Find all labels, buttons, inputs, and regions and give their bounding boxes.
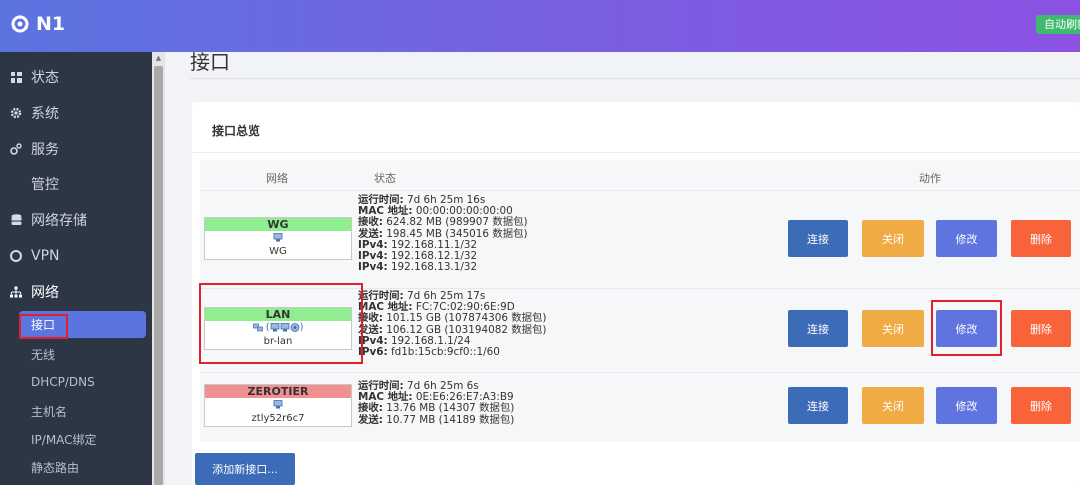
sidebar-subitem-hostnames[interactable]: 主机名 xyxy=(0,397,152,425)
column-header-network: 网络 xyxy=(266,172,288,185)
sidebar-item-nas[interactable]: 网络存储 xyxy=(0,203,152,237)
ethernet-port-icon xyxy=(273,232,283,241)
bracket-close: ) xyxy=(299,322,304,333)
interface-name: LAN xyxy=(205,308,351,321)
ethernet-port-icon xyxy=(273,399,283,408)
status-line: IPv4: 192.168.13.1/32 xyxy=(358,261,478,274)
sidebar-subitem-dhcp-dns[interactable]: DHCP/DNS xyxy=(0,368,152,396)
row-divider xyxy=(200,372,1080,373)
top-header: N1 自动刷新 xyxy=(0,0,1080,52)
page-title: 接口 xyxy=(190,50,230,74)
sidebar-item-label: 管控 xyxy=(31,177,59,193)
column-header-actions: 动作 xyxy=(919,172,941,185)
interface-device-icons xyxy=(205,398,351,412)
row-divider xyxy=(200,288,1080,289)
interface-name: ZEROTIER xyxy=(205,385,351,398)
sidebar-item-label: 网络 xyxy=(31,285,59,301)
sidebar-item-status[interactable]: 状态 xyxy=(0,60,152,94)
interface-status-zerotier: 运行时间: 7d 6h 25m 6s MAC 地址: 0E:E6:26:E7:A… xyxy=(358,380,515,426)
sidebar-subitem-ip-mac-binding[interactable]: IP/MAC绑定 xyxy=(0,425,152,453)
interface-badge-zerotier: ZEROTIER ztly52r6c7 xyxy=(204,384,352,427)
ethernet-port-icon xyxy=(270,322,279,331)
status-line: IPv6: fd1b:15cb:9cf0::1/60 xyxy=(358,346,500,359)
interface-name: WG xyxy=(205,218,351,231)
database-icon xyxy=(9,213,23,227)
sidebar-item-label: 状态 xyxy=(31,70,59,86)
interface-device-icons: () xyxy=(205,321,351,335)
interface-device-name: ztly52r6c7 xyxy=(251,413,305,424)
add-interface-button[interactable]: 添加新接口... xyxy=(195,453,295,485)
gear-icon xyxy=(9,106,23,120)
delete-button-lan[interactable]: 删除 xyxy=(1011,310,1071,347)
connect-button-wg[interactable]: 连接 xyxy=(788,220,848,257)
interface-device-name: br-lan xyxy=(263,336,293,347)
interface-badge-wg: WG WG xyxy=(204,217,352,260)
scroll-up-arrow-icon[interactable]: ▲ xyxy=(154,54,163,63)
sidebar-subitem-interfaces[interactable]: 接口 xyxy=(19,311,146,338)
sidebar-item-services[interactable]: 服务 xyxy=(0,132,152,166)
brand-name: N1 xyxy=(36,13,66,35)
interface-badge-lan: LAN () br-lan xyxy=(204,307,352,350)
edit-button-lan[interactable]: 修改 xyxy=(936,310,997,347)
close-button-lan[interactable]: 关闭 xyxy=(862,310,924,347)
card-divider xyxy=(192,152,1080,153)
bridge-icon xyxy=(252,323,263,331)
auto-refresh-badge[interactable]: 自动刷新 xyxy=(1036,15,1080,34)
card-title: 接口总览 xyxy=(212,124,261,138)
sidebar-item-network[interactable]: 网络 xyxy=(0,275,152,309)
sidebar-item-label: VPN xyxy=(31,248,60,264)
status-line: 发送: 10.77 MB (14189 数据包) xyxy=(358,413,515,426)
vpn-icon xyxy=(9,249,23,263)
sidebar-scrollbar-thumb[interactable] xyxy=(154,66,163,485)
dashboard-icon xyxy=(9,70,23,84)
title-divider xyxy=(190,78,1080,79)
cogs-icon xyxy=(9,142,23,156)
brand-logo-icon xyxy=(11,15,29,33)
connect-button-lan[interactable]: 连接 xyxy=(788,310,848,347)
edit-button-wg[interactable]: 修改 xyxy=(936,220,997,257)
edit-button-zerotier[interactable]: 修改 xyxy=(936,387,997,424)
sidebar-item-label: 服务 xyxy=(31,142,59,158)
interface-device-name: WG xyxy=(269,246,287,257)
close-button-zerotier[interactable]: 关闭 xyxy=(862,387,924,424)
delete-button-zerotier[interactable]: 删除 xyxy=(1011,387,1071,424)
wifi-icon xyxy=(290,322,299,332)
connect-button-zerotier[interactable]: 连接 xyxy=(788,387,848,424)
delete-button-wg[interactable]: 删除 xyxy=(1011,220,1071,257)
ethernet-port-icon xyxy=(280,322,289,331)
sidebar-item-label: 网络存储 xyxy=(31,213,87,229)
interface-device-icons xyxy=(205,231,351,245)
sidebar-item-control[interactable]: 管控 xyxy=(0,167,152,201)
blank-icon xyxy=(9,177,23,191)
row-divider xyxy=(200,190,1080,191)
interface-status-lan: 运行时间: 7d 6h 25m 17s MAC 地址: FC:7C:02:90:… xyxy=(358,290,546,359)
sidebar-item-label: 系统 xyxy=(31,106,59,122)
sidebar-subitem-wireless[interactable]: 无线 xyxy=(0,340,152,368)
sidebar-item-vpn[interactable]: VPN xyxy=(0,239,152,273)
column-header-status: 状态 xyxy=(374,172,396,185)
network-icon xyxy=(9,285,23,299)
sidebar-subitem-static-routes[interactable]: 静态路由 xyxy=(0,453,152,481)
sidebar-item-system[interactable]: 系统 xyxy=(0,96,152,130)
interface-status-wg: 运行时间: 7d 6h 25m 16s MAC 地址: 00:00:00:00:… xyxy=(358,194,528,274)
close-button-wg[interactable]: 关闭 xyxy=(862,220,924,257)
brand[interactable]: N1 xyxy=(10,13,65,35)
